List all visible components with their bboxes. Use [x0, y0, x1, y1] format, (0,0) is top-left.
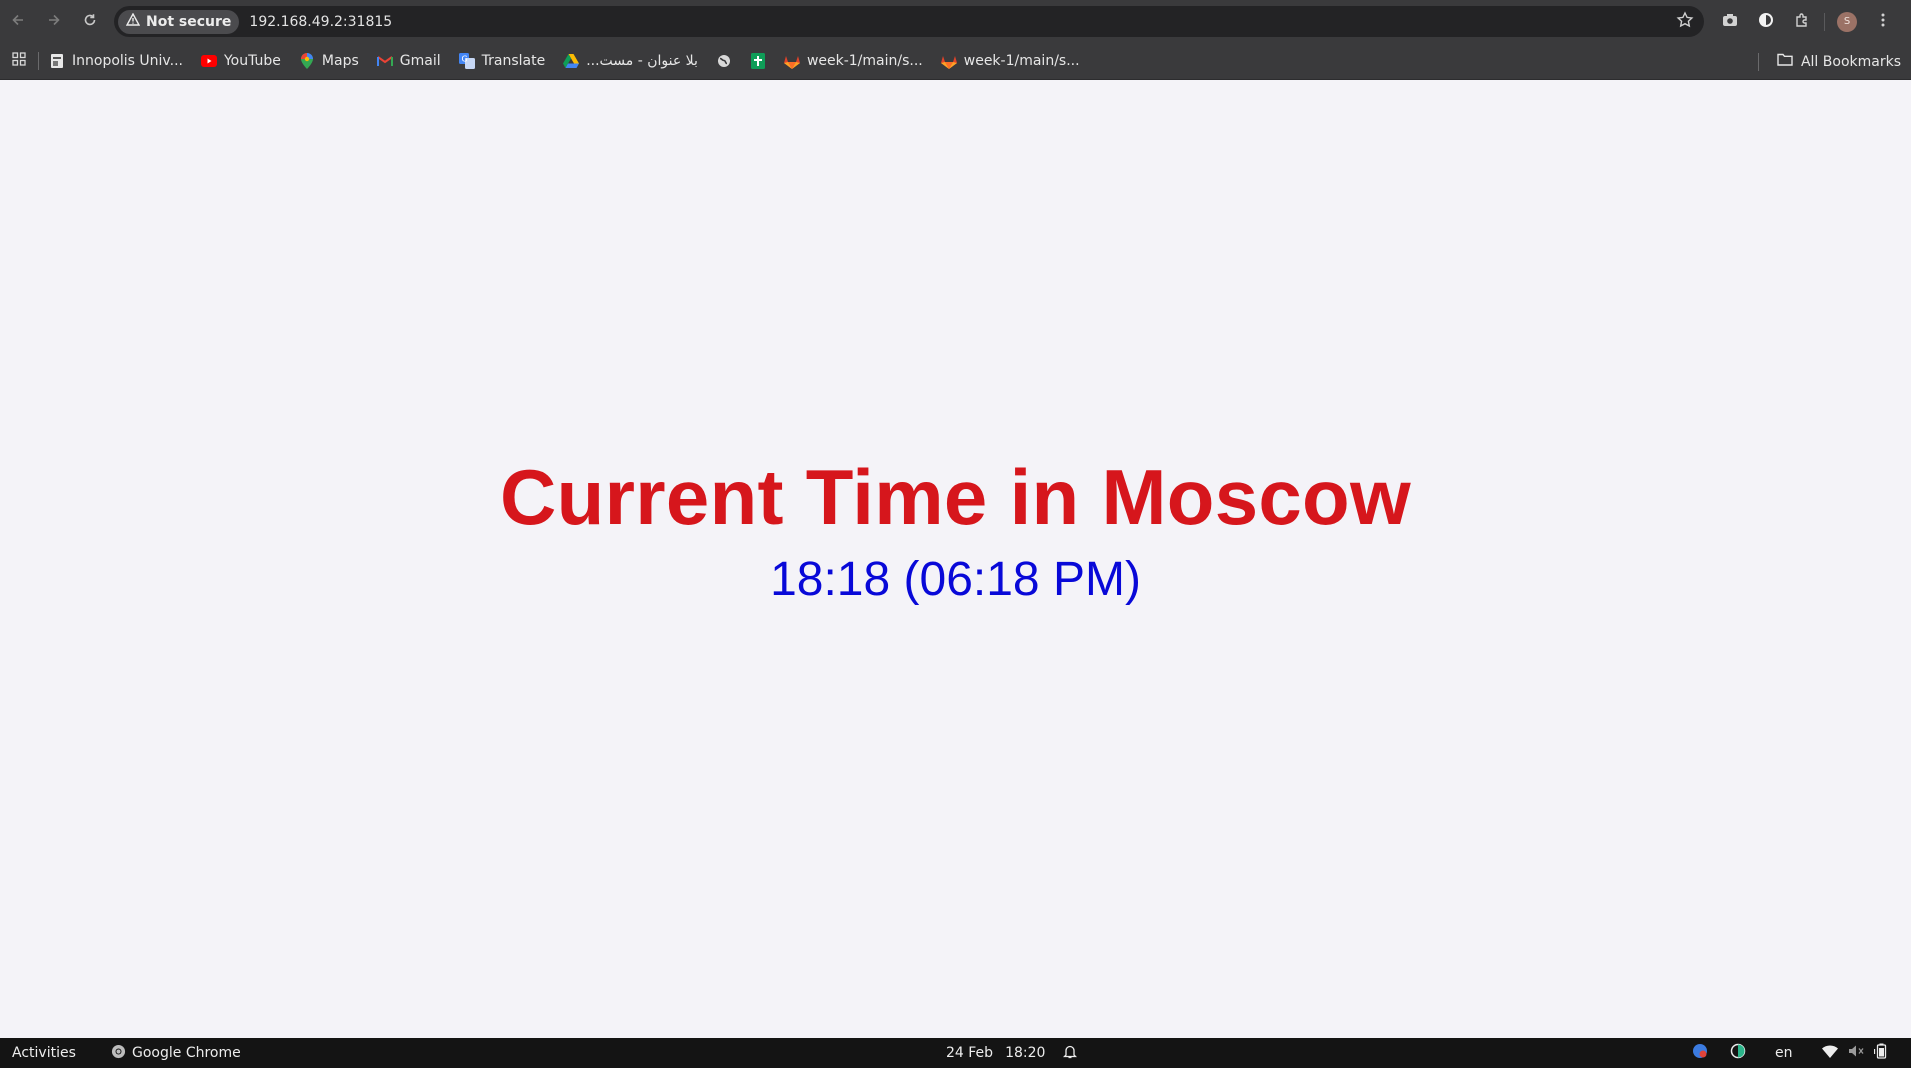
- language-label: en: [1775, 1045, 1793, 1061]
- date-label: 24 Feb: [946, 1045, 994, 1061]
- avatar: S: [1837, 11, 1857, 32]
- bookmark-label: Maps: [321, 53, 359, 69]
- half-circle-icon: [1730, 1043, 1746, 1063]
- bookmark-sheets[interactable]: [750, 53, 766, 69]
- clock-button[interactable]: 24 Feb 18:20: [946, 1038, 1078, 1068]
- contrast-circle-icon: [1758, 12, 1774, 32]
- active-app-label: Google Chrome: [132, 1045, 241, 1061]
- sheets-plus-icon: [750, 53, 766, 69]
- apps-button[interactable]: [0, 52, 38, 70]
- page-content: Current Time in Moscow 18:18 (06:18 PM): [0, 80, 1911, 1038]
- bookmark-gitlab-1[interactable]: week-1/main/s...: [783, 53, 923, 69]
- tray-status-indicator[interactable]: [1730, 1038, 1746, 1068]
- globe-icon: [716, 53, 732, 69]
- back-button[interactable]: [0, 0, 36, 43]
- svg-text:G: G: [461, 55, 467, 64]
- gmail-icon: [376, 53, 393, 69]
- bookmark-globe[interactable]: [716, 53, 732, 69]
- bell-icon: [1063, 1044, 1078, 1063]
- gitlab-icon: [783, 53, 800, 69]
- camera-icon: [1722, 12, 1738, 31]
- bookmark-label: بلا عنوان - مست...: [586, 53, 698, 69]
- bookmark-gitlab-2[interactable]: week-1/main/s...: [940, 53, 1080, 69]
- folder-icon: [1777, 53, 1793, 70]
- language-indicator[interactable]: en: [1775, 1038, 1793, 1068]
- bookmark-label: Innopolis Univ...: [72, 53, 183, 69]
- bookmark-gmail[interactable]: Gmail: [376, 53, 441, 69]
- clock-label: 18:20: [1005, 1045, 1046, 1061]
- activities-button[interactable]: Activities: [12, 1038, 76, 1068]
- bookmarks-bar: Innopolis Univ... YouTube Maps Gmail G T…: [0, 43, 1911, 80]
- bookmark-star-icon[interactable]: [1676, 11, 1694, 33]
- bookmark-label: YouTube: [223, 53, 281, 69]
- url-text[interactable]: 192.168.49.2:31815: [249, 14, 392, 30]
- system-taskbar: Activities Google Chrome 24 Feb 18:20 en: [0, 1038, 1911, 1068]
- extensions-button[interactable]: [1784, 0, 1820, 43]
- chrome-icon: [111, 1044, 126, 1063]
- reload-icon: [83, 12, 97, 31]
- bookmark-innopolis[interactable]: Innopolis Univ...: [49, 53, 183, 69]
- page-title: Current Time in Moscow: [500, 453, 1411, 541]
- all-bookmarks-button[interactable]: All Bookmarks: [1777, 43, 1901, 80]
- activities-label: Activities: [12, 1045, 76, 1061]
- wifi-icon: [1822, 1044, 1838, 1062]
- dark-mode-extension-button[interactable]: [1748, 0, 1784, 43]
- maps-pin-icon: [299, 53, 315, 69]
- profile-button[interactable]: S: [1829, 0, 1865, 43]
- bookmark-youtube[interactable]: YouTube: [200, 53, 281, 69]
- puzzle-icon: [1794, 12, 1810, 32]
- app-indicator-icon: [1692, 1043, 1708, 1063]
- menu-button[interactable]: [1865, 0, 1901, 43]
- bookmark-label: Translate: [481, 53, 546, 69]
- tray-app-indicator[interactable]: [1692, 1038, 1708, 1068]
- bookmarks-divider: [1758, 53, 1759, 71]
- all-bookmarks-label: All Bookmarks: [1800, 53, 1901, 70]
- arrow-right-icon: [47, 12, 61, 31]
- toolbar-actions: S: [1712, 0, 1901, 43]
- volume-muted-icon: [1848, 1044, 1864, 1062]
- warning-triangle-icon: [125, 12, 141, 30]
- bookmark-label: week-1/main/s...: [963, 53, 1080, 69]
- address-bar[interactable]: Not secure 192.168.49.2:31815: [114, 6, 1704, 37]
- screenshot-extension-button[interactable]: [1712, 0, 1748, 43]
- browser-toolbar: Not secure 192.168.49.2:31815 S: [0, 0, 1911, 43]
- drive-icon: [563, 53, 580, 69]
- apps-grid-icon: [12, 52, 26, 70]
- bookmark-label: Gmail: [399, 53, 441, 69]
- system-status-menu[interactable]: [1822, 1038, 1888, 1068]
- active-app-menu[interactable]: Google Chrome: [111, 1038, 241, 1068]
- bookmarks-divider: [38, 52, 39, 70]
- arrow-left-icon: [11, 12, 25, 31]
- moscow-time-display: 18:18 (06:18 PM): [770, 553, 1141, 606]
- bookmark-label: week-1/main/s...: [806, 53, 923, 69]
- security-indicator[interactable]: Not secure: [118, 9, 240, 34]
- security-label: Not secure: [146, 13, 232, 30]
- battery-icon: [1873, 1043, 1888, 1063]
- gitlab-icon: [940, 53, 957, 69]
- document-icon: [49, 53, 65, 69]
- reload-button[interactable]: [72, 0, 108, 43]
- forward-button[interactable]: [36, 0, 72, 43]
- translate-icon: G: [458, 53, 475, 69]
- bookmark-maps[interactable]: Maps: [299, 53, 359, 69]
- bookmark-drive-doc[interactable]: بلا عنوان - مست...: [563, 53, 698, 69]
- youtube-icon: [200, 53, 217, 69]
- kebab-menu-icon: [1881, 12, 1885, 32]
- toolbar-divider: [1824, 12, 1825, 31]
- bookmark-translate[interactable]: G Translate: [458, 53, 546, 69]
